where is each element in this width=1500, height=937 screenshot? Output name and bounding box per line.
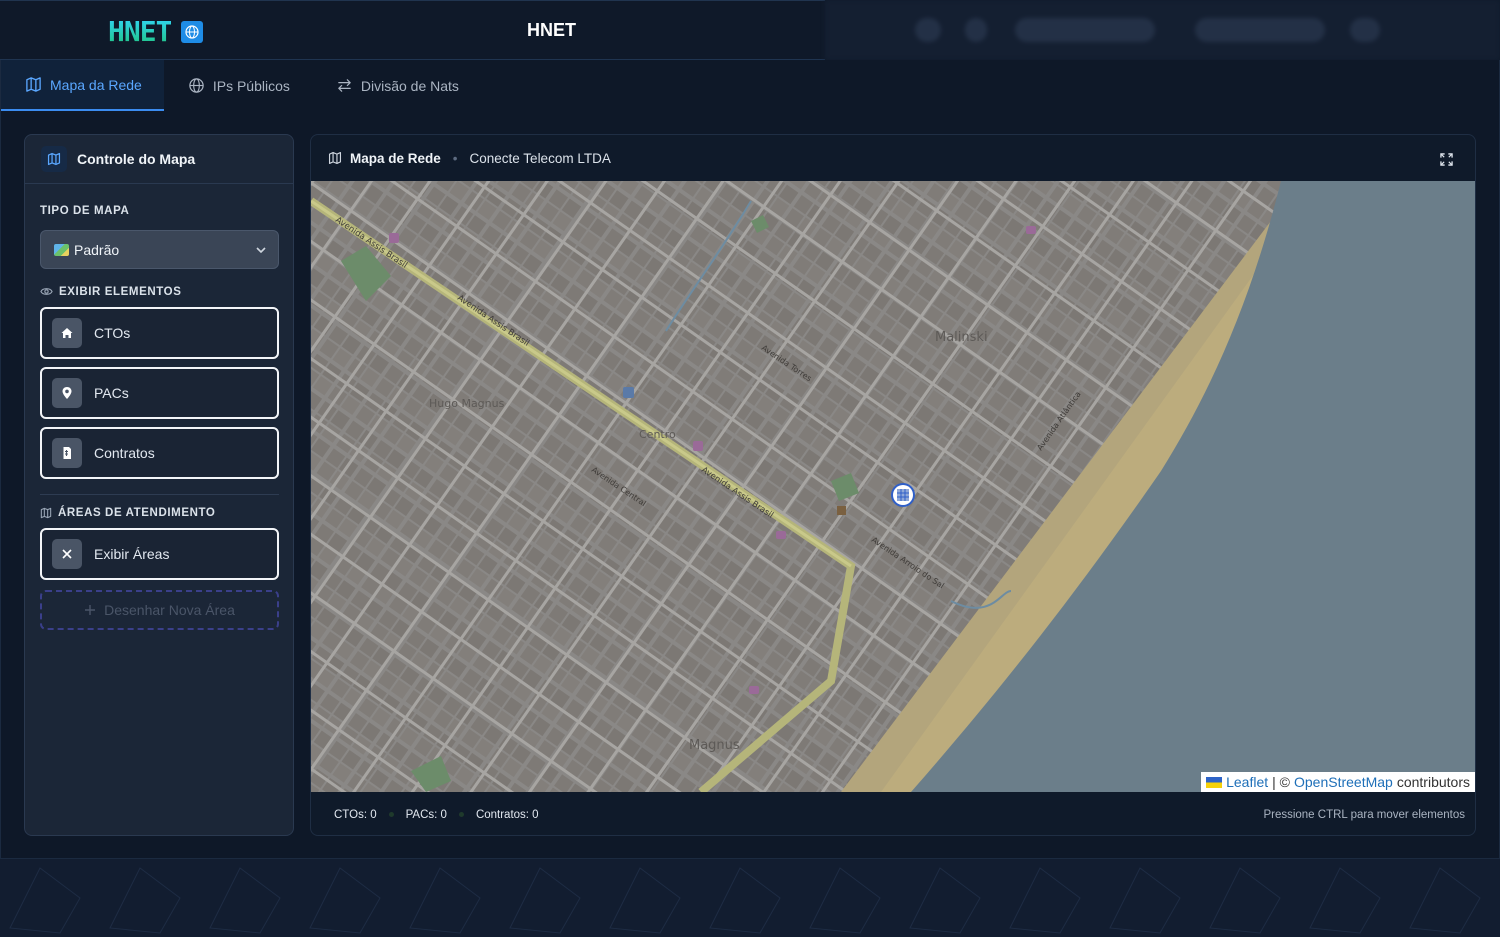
chevron-down-icon <box>256 247 266 254</box>
map-type-label: TIPO DE MAPA <box>40 205 129 217</box>
toggle-ctos-button[interactable]: CTOs <box>40 307 279 359</box>
leaflet-map[interactable]: Hugo Magnus Centro Malinski Magnus Aveni… <box>311 181 1475 792</box>
fullscreen-button[interactable] <box>1435 148 1457 170</box>
map-type-select[interactable]: Padrão <box>40 230 279 269</box>
network-node-marker[interactable] <box>891 483 915 507</box>
attribution-suffix: contributors <box>1396 774 1470 790</box>
service-areas-label-text: ÁREAS DE ATENDIMENTO <box>58 507 216 519</box>
ctos-label: CTOs <box>94 325 131 341</box>
attribution-separator: | © <box>1272 774 1290 790</box>
home-icon <box>52 318 82 348</box>
background-network-pattern <box>0 858 1500 937</box>
map-label-hugo-magnus: Hugo Magnus <box>429 397 505 410</box>
map-pin-icon <box>52 378 82 408</box>
map-label-malinski: Malinski <box>935 330 988 345</box>
tab-label: Mapa da Rede <box>50 76 142 93</box>
ctrl-hint: Pressione CTRL para mover elementos <box>1263 808 1465 821</box>
show-areas-label: Exibir Áreas <box>94 546 170 562</box>
map-control-sidebar: Controle do Mapa TIPO DE MAPA Padrão EXI… <box>24 134 294 836</box>
arrows-swap-icon <box>338 79 351 92</box>
map-icon <box>328 151 342 165</box>
top-header: HNET HNET <box>0 0 825 60</box>
logo[interactable]: HNET <box>108 15 204 48</box>
map-icon <box>26 77 41 92</box>
map-icon <box>40 507 52 519</box>
contratos-count: Contratos: 0 <box>475 808 539 821</box>
tab-bar: Mapa da Rede IPs Públicos Divisão de Nat… <box>1 60 481 111</box>
tab-label: Divisão de Nats <box>360 77 459 94</box>
map-status-bar: CTOs: 0 PACs: 0 Contratos: 0 Pressione C… <box>311 792 1475 835</box>
ctos-count: CTOs: 0 <box>334 808 377 821</box>
toggle-contratos-button[interactable]: Contratos <box>40 427 279 479</box>
map-label-centro: Centro <box>639 428 676 441</box>
status-separator <box>458 812 464 817</box>
toggle-pacs-button[interactable]: PACs <box>40 367 279 419</box>
tab-mapa-da-rede[interactable]: Mapa da Rede <box>1 60 164 111</box>
main-panel: Mapa da Rede IPs Públicos Divisão de Nat… <box>0 60 1500 859</box>
close-icon <box>52 539 82 569</box>
map-icon <box>41 146 67 172</box>
pacs-count: PACs: 0 <box>405 808 447 821</box>
show-elements-label-text: EXIBIR ELEMENTOS <box>59 285 182 298</box>
map-type-value: Padrão <box>74 241 120 258</box>
sidebar-title: Controle do Mapa <box>77 151 196 167</box>
leaflet-link[interactable]: Leaflet <box>1226 774 1268 790</box>
map-attribution: Leaflet | © OpenStreetMap contributors <box>1201 772 1475 792</box>
tab-divisao-de-nats[interactable]: Divisão de Nats <box>312 60 481 111</box>
company-name: Conecte Telecom LTDA <box>469 150 611 166</box>
plus-icon <box>85 605 96 615</box>
draw-new-area-button[interactable]: Desenhar Nova Área <box>40 590 279 630</box>
openstreetmap-link[interactable]: OpenStreetMap <box>1294 774 1393 790</box>
tab-ips-publicos[interactable]: IPs Públicos <box>164 60 312 111</box>
header-user-area-blurred <box>825 0 1500 60</box>
status-separator <box>388 812 394 817</box>
logo-text: HNET <box>108 15 172 48</box>
expand-icon <box>1439 152 1453 166</box>
app-title: HNET <box>527 20 576 40</box>
map-type-label-text: TIPO DE MAPA <box>40 205 130 217</box>
contratos-label: Contratos <box>94 445 155 461</box>
show-elements-label: EXIBIR ELEMENTOS <box>40 285 182 298</box>
map-label-magnus: Magnus <box>689 738 740 753</box>
world-map-icon <box>54 243 69 256</box>
service-areas-label: ÁREAS DE ATENDIMENTO <box>40 507 215 519</box>
map-card-title: Mapa de Rede <box>350 150 441 166</box>
divider <box>40 494 279 495</box>
document-icon <box>52 438 82 468</box>
sidebar-header: Controle do Mapa <box>25 135 293 184</box>
eye-icon <box>40 288 53 295</box>
separator-dot: • <box>452 150 458 166</box>
pacs-label: PACs <box>94 385 129 401</box>
globe-icon <box>181 20 204 43</box>
ukraine-flag-icon <box>1206 776 1223 788</box>
show-areas-button[interactable]: Exibir Áreas <box>40 528 279 580</box>
network-map-card: Mapa de Rede • Conecte Telecom LTDA Hugo… <box>310 134 1476 836</box>
tab-label: IPs Públicos <box>212 77 290 94</box>
globe-icon <box>189 78 204 93</box>
map-card-header: Mapa de Rede • Conecte Telecom LTDA <box>311 135 1475 181</box>
draw-new-area-label: Desenhar Nova Área <box>104 602 235 618</box>
